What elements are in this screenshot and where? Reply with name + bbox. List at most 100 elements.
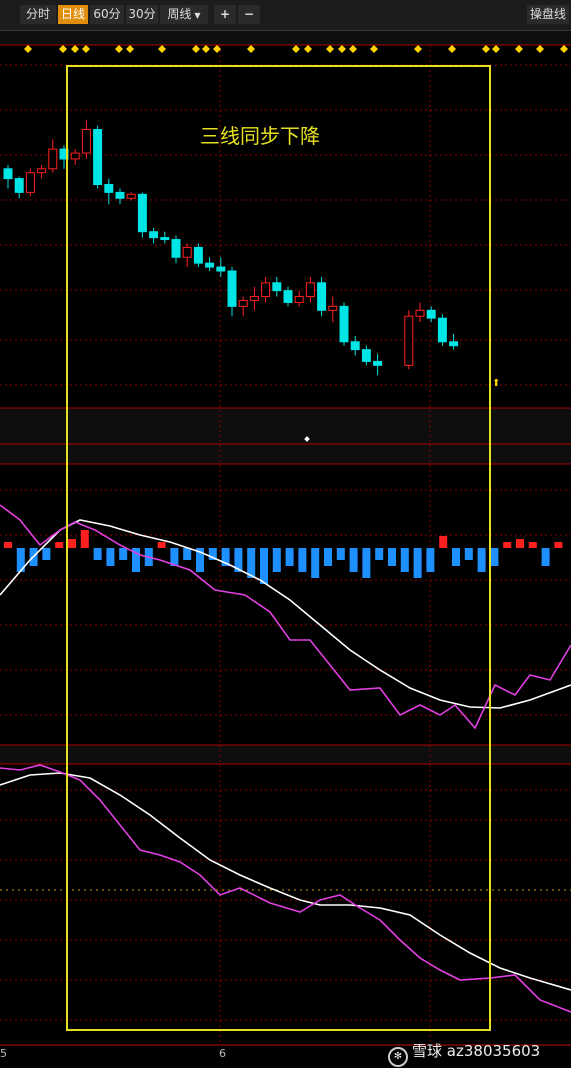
candle-body [317, 282, 327, 311]
tab-weekly-label: 周线 [167, 7, 192, 21]
candle-body [137, 193, 147, 233]
signal-diamond-icon [192, 45, 200, 53]
watermark: ✻ 雪球 az38035603 [388, 1040, 540, 1067]
trend-line-fast [0, 772, 571, 991]
buy-arrow-icon: ⬆ [492, 378, 500, 389]
histogram-bar [272, 548, 281, 572]
tab-weekly-dropdown[interactable]: 周线 ▼ [160, 5, 208, 24]
signal-diamond-icon [82, 45, 90, 53]
histogram-bar [157, 542, 166, 548]
tab-30min[interactable]: 30分 [126, 5, 158, 24]
signal-diamond-icon [338, 45, 346, 53]
candle-body [261, 282, 271, 298]
operation-line-button[interactable]: 操盘线 [527, 5, 569, 24]
candle-body [339, 305, 349, 343]
candle-body [14, 178, 24, 193]
histogram-bar [68, 539, 76, 548]
histogram-bar [388, 548, 396, 566]
histogram-bar [503, 542, 512, 548]
histogram-bar [298, 548, 307, 572]
histogram-bar [452, 548, 460, 566]
signal-diamond-icon [59, 45, 67, 53]
signal-diamond-icon [304, 45, 312, 53]
histogram-bar [55, 542, 64, 548]
candle-body [182, 246, 192, 258]
histogram-bar [93, 548, 102, 560]
histogram-bar [336, 548, 345, 560]
panel-gap [0, 447, 571, 464]
signal-diamond-icon [492, 45, 500, 53]
histogram-bar [426, 548, 435, 572]
candle-body [149, 231, 159, 239]
histogram-bar [490, 548, 499, 566]
signal-diamond-icon [24, 45, 32, 53]
candle-body [25, 172, 35, 193]
panel-gap [0, 408, 571, 447]
histogram-bar [4, 542, 12, 548]
histogram-bar [119, 548, 128, 560]
signal-diamond-icon [370, 45, 378, 53]
histogram-bar [285, 548, 294, 566]
histogram-bar [554, 542, 563, 548]
histogram-bar [516, 539, 524, 548]
signal-diamond-icon [247, 45, 255, 53]
candle-body [415, 309, 425, 317]
signal-diamond-icon [126, 45, 134, 53]
histogram-bar [311, 548, 320, 578]
candle-body [93, 128, 103, 186]
panel-gap [0, 30, 571, 45]
signal-diamond-icon [515, 45, 523, 53]
histogram-bar [106, 548, 115, 566]
panel-gap [0, 745, 571, 764]
signal-diamond-icon [414, 45, 422, 53]
signal-diamond-icon [292, 45, 300, 53]
histogram-bar [260, 548, 268, 584]
signal-diamond-icon [202, 45, 210, 53]
candle-body [37, 168, 47, 174]
candle-body [227, 270, 237, 307]
histogram-bar [42, 548, 51, 560]
tab-timeshare[interactable]: 分时 [20, 5, 56, 24]
histogram-bar [528, 542, 537, 548]
chevron-down-icon: ▼ [194, 11, 201, 20]
candle-body [193, 246, 203, 264]
histogram-bar [362, 548, 371, 578]
candle-body [350, 341, 360, 351]
histogram-bar [477, 548, 486, 572]
watermark-brand: 雪球 [412, 1042, 443, 1060]
candle-body [373, 360, 383, 366]
histogram-bar [400, 548, 409, 572]
candle-body [449, 341, 459, 347]
histogram-bar [413, 548, 422, 578]
zoom-in-button[interactable]: + [214, 5, 236, 24]
candle-body [283, 290, 293, 303]
candle-body [305, 282, 315, 298]
kline-chart[interactable]: ⬆ [0, 0, 571, 1068]
histogram-bar [439, 536, 448, 548]
candle-body [205, 262, 215, 268]
histogram-bar [464, 548, 473, 560]
tab-daily[interactable]: 日线 [58, 5, 88, 24]
candle-body [404, 315, 414, 366]
signal-diamond-icon [115, 45, 123, 53]
trend-line-slow [0, 764, 571, 1013]
histogram-bar [541, 548, 550, 566]
signal-diamond-icon [326, 45, 334, 53]
watermark-handle: az38035603 [446, 1042, 541, 1060]
candle-body [216, 266, 226, 272]
candle-body [426, 309, 436, 319]
candle-body [294, 296, 304, 303]
candle-body [238, 299, 248, 307]
signal-diamond-icon [560, 45, 568, 53]
histogram-bar [80, 530, 89, 548]
candle-body [160, 237, 170, 241]
candle-body [81, 128, 91, 154]
x-tick-label: 5 [0, 1047, 7, 1060]
tab-60min[interactable]: 60分 [90, 5, 124, 24]
candle-body [126, 193, 136, 199]
candle-body [171, 239, 181, 258]
candle-body [272, 282, 282, 292]
candle-body [70, 152, 80, 160]
zoom-out-button[interactable]: − [238, 5, 260, 24]
candle-body [328, 305, 338, 311]
